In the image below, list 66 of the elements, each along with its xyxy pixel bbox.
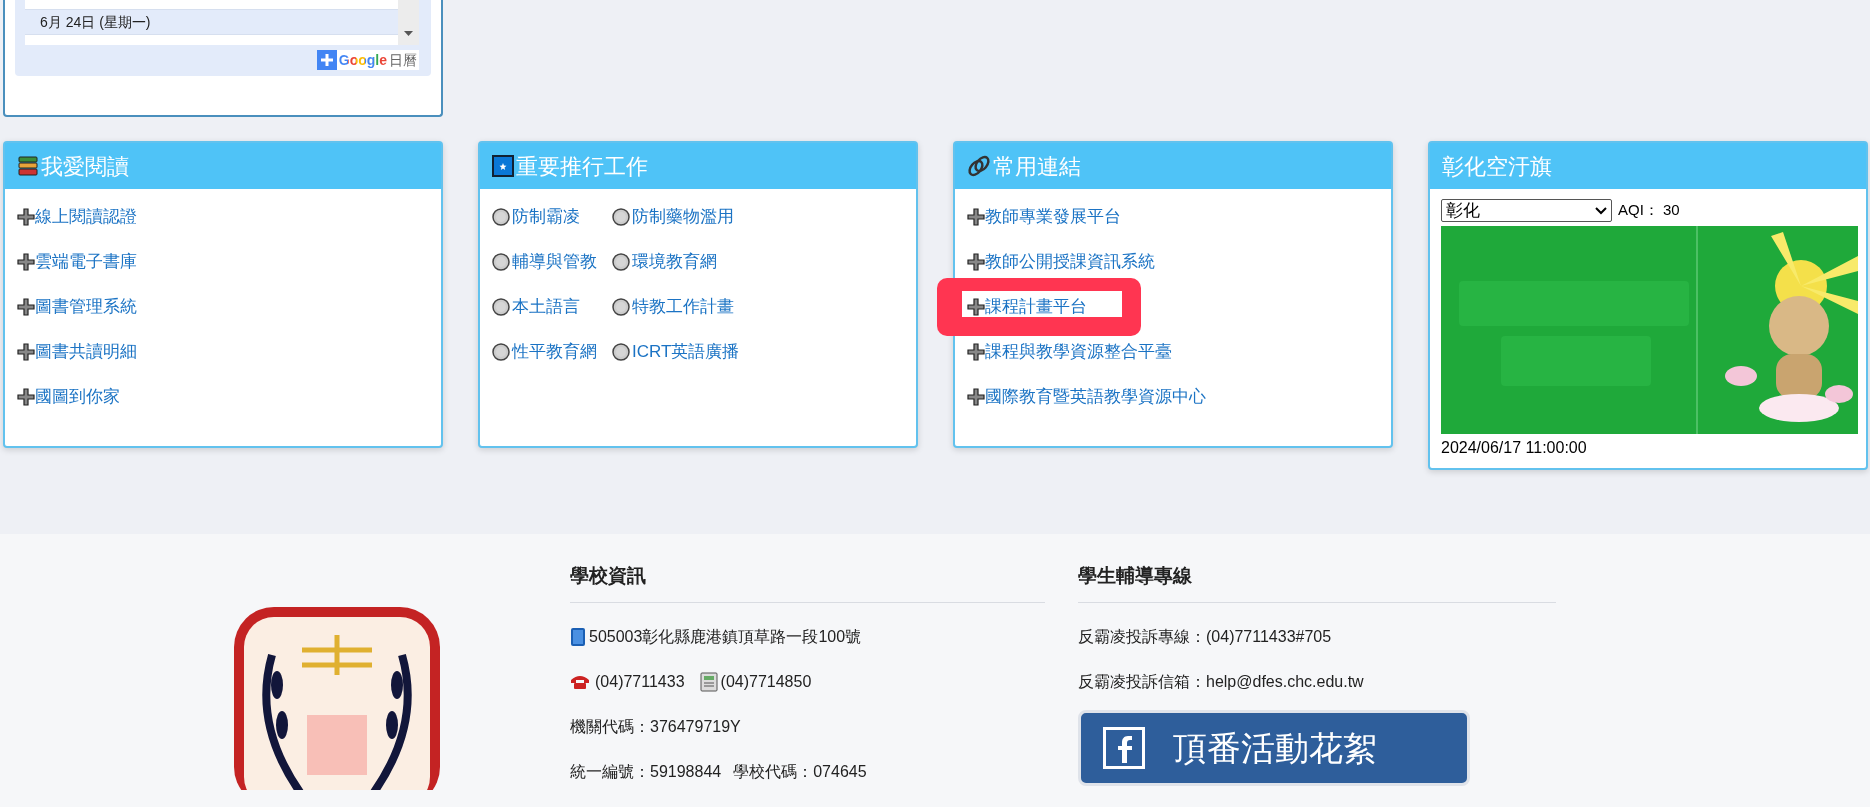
link[interactable]: 教師專業發展平台 bbox=[985, 204, 1121, 230]
link[interactable]: 課程與教學資源整合平臺 bbox=[985, 339, 1172, 365]
scroll-down-icon bbox=[404, 31, 413, 36]
radio-icon bbox=[612, 208, 630, 226]
radio-icon bbox=[492, 253, 510, 271]
link[interactable]: 教師公開授課資訊系統 bbox=[985, 249, 1155, 275]
link[interactable]: 課程計畫平台 bbox=[985, 294, 1087, 320]
link[interactable]: 圖書共讀明細 bbox=[35, 339, 137, 365]
plus-icon bbox=[967, 388, 985, 406]
radio-icon bbox=[612, 253, 630, 271]
radio-icon bbox=[612, 343, 630, 361]
link[interactable]: 性平教育網 bbox=[512, 339, 597, 365]
link[interactable]: 圖書管理系統 bbox=[35, 294, 137, 320]
link[interactable]: 線上閱讀認證 bbox=[35, 204, 137, 230]
book-icon bbox=[570, 626, 586, 647]
info-text: 統一編號：59198844 bbox=[570, 761, 722, 782]
info-text: 反霸凌投訴專線：(04)7711433#705 bbox=[1078, 626, 1332, 647]
plus-icon bbox=[17, 388, 35, 406]
city-select[interactable]: 彰化 bbox=[1441, 199, 1612, 222]
info-text: 機關代碼：376479719Y bbox=[570, 716, 741, 737]
add-to-calendar-button[interactable]: Google 日曆 bbox=[316, 50, 419, 70]
link[interactable]: 環境教育網 bbox=[632, 249, 717, 275]
link[interactable]: 國圖到你家 bbox=[35, 384, 120, 410]
plus-icon bbox=[17, 343, 35, 361]
section-heading: 學生輔導專線 bbox=[1078, 563, 1193, 588]
panel-title: 我愛閱讀 bbox=[41, 152, 129, 181]
panel-title: 彰化空汙旗 bbox=[1442, 152, 1552, 181]
radio-icon bbox=[612, 298, 630, 316]
link[interactable]: 防制霸凌 bbox=[512, 204, 580, 230]
books-icon bbox=[17, 155, 39, 177]
link[interactable]: 防制藥物濫用 bbox=[632, 204, 734, 230]
panel-title: 重要推行工作 bbox=[516, 152, 648, 181]
telephone-icon bbox=[570, 673, 590, 690]
radio-icon bbox=[492, 343, 510, 361]
plus-icon bbox=[17, 208, 35, 226]
panel-title: 常用連結 bbox=[993, 152, 1081, 181]
timestamp: 2024/06/17 11:00:00 bbox=[1441, 438, 1588, 458]
plus-icon bbox=[967, 253, 985, 271]
radio-icon bbox=[492, 298, 510, 316]
chevron-down-icon bbox=[1595, 206, 1607, 215]
link[interactable]: 本土語言 bbox=[512, 294, 580, 320]
address-text: 505003彰化縣鹿港鎮頂草路一段100號 bbox=[589, 626, 862, 647]
scrollbar[interactable] bbox=[398, 0, 419, 45]
radio-icon bbox=[492, 208, 510, 226]
link[interactable]: ICRT英語廣播 bbox=[632, 339, 740, 365]
plus-icon bbox=[316, 50, 337, 70]
section-heading: 學校資訊 bbox=[570, 563, 647, 588]
link[interactable]: 雲端電子書庫 bbox=[35, 249, 137, 275]
info-text: 學校代碼：074645 bbox=[733, 761, 867, 782]
aqi-reading: AQI： 30 bbox=[1618, 200, 1680, 221]
link[interactable]: 國際教育暨英語教學資源中心 bbox=[985, 384, 1206, 410]
link[interactable]: 輔導與管教 bbox=[512, 249, 597, 275]
paperclip-icon bbox=[967, 154, 991, 178]
plus-icon bbox=[967, 343, 985, 361]
plus-icon bbox=[17, 253, 35, 271]
plus-icon bbox=[967, 208, 985, 226]
plus-icon bbox=[967, 298, 985, 316]
info-text: 反霸凌投訴信箱：help@dfes.chc.edu.tw bbox=[1078, 671, 1364, 692]
plus-icon bbox=[17, 298, 35, 316]
fax-icon bbox=[699, 671, 718, 692]
calendar-event[interactable]: 6月 24日 (星期一) bbox=[25, 9, 398, 35]
link[interactable]: 特教工作計畫 bbox=[632, 294, 734, 320]
facebook-icon bbox=[1103, 727, 1145, 769]
fax-number: (04)7714850 bbox=[720, 671, 812, 692]
phone-number: (04)7711433 bbox=[595, 671, 685, 692]
facebook-banner[interactable]: 頂番活動花絮 bbox=[1078, 710, 1470, 786]
